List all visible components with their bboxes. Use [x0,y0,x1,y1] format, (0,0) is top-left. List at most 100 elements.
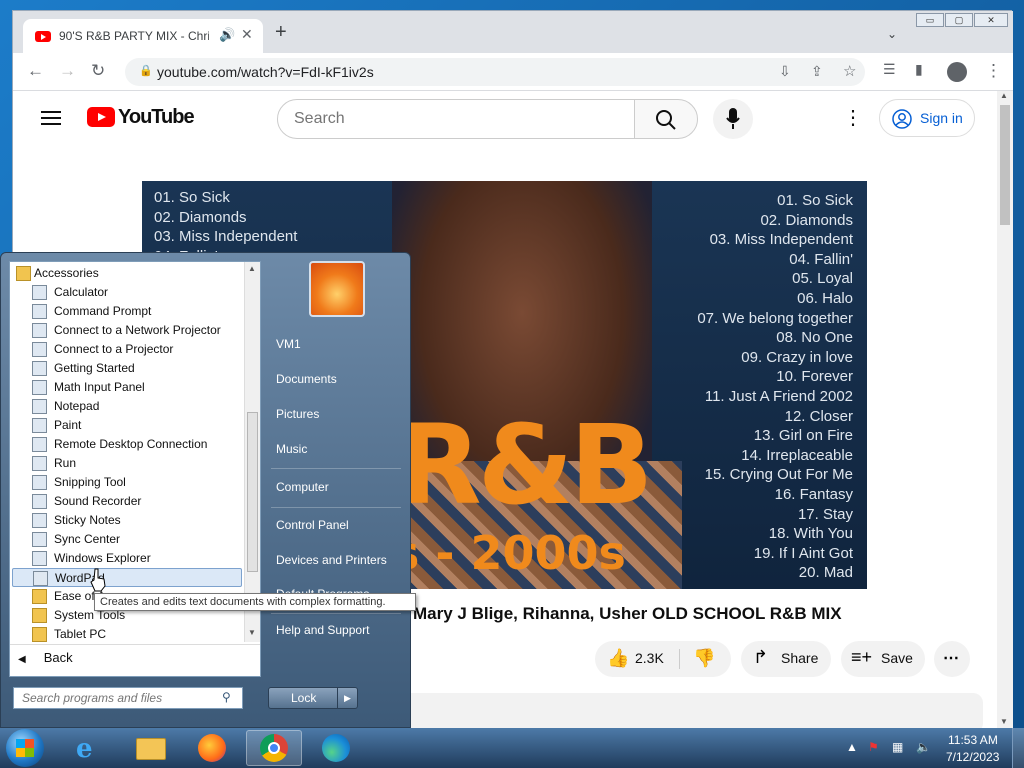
start-link[interactable]: Music [276,442,307,456]
chevron-down-icon[interactable]: ⌄ [887,27,897,41]
voice-search-button[interactable] [713,99,753,139]
search-box[interactable] [277,99,635,139]
youtube-logo-text[interactable]: YouTube [118,106,195,129]
more-actions-button[interactable]: ⋯ [934,641,970,677]
taskbar: e ▲ ⚑ ▦ 🔈 11:53 AM 7/12/2023 [0,728,1024,768]
program-icon [32,323,47,338]
chrome-menu-icon[interactable]: ⋮ [985,61,1002,81]
new-tab-button[interactable]: + [275,22,287,42]
program-label: Sticky Notes [54,513,121,527]
profile-avatar[interactable] [947,62,967,82]
user-picture[interactable] [309,261,365,317]
taskbar-internet-explorer[interactable]: e [62,730,118,766]
scroll-up-icon[interactable]: ▲ [248,264,256,273]
page-scrollbar[interactable]: ▲ ▼ [997,91,1013,729]
start-link[interactable]: Pictures [276,407,319,421]
address-bar[interactable]: 🔒 youtube.com/watch?v=FdI-kF1iv2s ⇩ ⇪ ☆ [125,58,865,86]
program-item[interactable]: Paint [12,416,242,435]
search-button[interactable] [634,99,698,139]
scroll-thumb[interactable] [247,412,258,572]
lock-icon[interactable]: 🔒 [139,64,153,77]
program-item[interactable]: Connect to a Projector [12,340,242,359]
show-hidden-icons[interactable]: ▲ [846,740,858,754]
program-item[interactable]: Notepad [12,397,242,416]
side-panel-icon[interactable]: ▮ [915,61,923,78]
scroll-up-icon[interactable]: ▲ [1000,91,1008,100]
action-center-icon[interactable]: ⚑ [868,740,879,754]
program-item[interactable]: Snipping Tool [12,473,242,492]
close-button[interactable]: ✕ [974,13,1008,27]
start-link[interactable]: Help and Support [276,623,369,637]
program-item[interactable]: Command Prompt [12,302,242,321]
search-input[interactable] [294,110,614,128]
browser-tab[interactable]: 90'S R&B PARTY MIX - Chris 🔊 ✕ [23,19,263,53]
more-options-icon[interactable]: ⋮ [843,105,863,130]
start-search-input[interactable] [22,691,212,705]
install-icon[interactable]: ⇩ [779,63,791,80]
program-item[interactable]: WordPad [12,568,242,587]
reload-icon[interactable]: ↻ [91,61,105,81]
power-options-arrow-icon[interactable]: ▶ [337,688,357,708]
program-item[interactable]: Tablet PC [12,625,242,644]
program-label: Notepad [54,399,100,413]
scroll-thumb[interactable] [1000,105,1010,225]
search-icon [656,110,676,130]
dislike-icon[interactable]: 👎 [693,648,715,669]
reading-list-icon[interactable]: ☰ [883,61,896,78]
program-item[interactable]: Connect to a Network Projector [12,321,242,340]
start-link[interactable]: Computer [276,480,329,494]
forward-arrow-icon[interactable]: → [59,61,76,81]
clock-time[interactable]: 11:53 AM [948,733,998,747]
taskbar-chrome[interactable] [246,730,302,766]
program-item[interactable]: Sync Center [12,530,242,549]
save-button[interactable]: ≡+ Save [841,641,925,677]
program-item[interactable]: Calculator [12,283,242,302]
share-button[interactable]: ↱ Share [741,641,831,677]
youtube-logo-icon[interactable] [87,107,115,127]
taskbar-firefox[interactable] [184,730,240,766]
start-link[interactable]: Documents [276,372,337,386]
thumbnail-rnb-text: R&B [397,401,653,529]
lock-button[interactable]: Lock ▶ [268,687,358,709]
program-icon [32,285,47,300]
share-icon[interactable]: ⇪ [811,63,823,80]
program-item[interactable]: Sound Recorder [12,492,242,511]
url-text[interactable]: youtube.com/watch?v=FdI-kF1iv2s [157,64,374,80]
like-icon[interactable]: 👍 [607,648,629,669]
scroll-down-icon[interactable]: ▼ [248,628,256,637]
taskbar-edge[interactable] [308,730,364,766]
start-button[interactable] [6,729,44,767]
scroll-down-icon[interactable]: ▼ [1000,717,1008,726]
network-icon[interactable]: ▦ [892,740,903,754]
start-link[interactable]: Control Panel [276,518,349,532]
taskbar-file-explorer[interactable] [122,730,178,766]
volume-icon[interactable]: 🔈 [916,740,931,754]
start-search-box[interactable]: ⚲ [13,687,243,709]
start-link[interactable]: VM1 [276,337,301,351]
bookmark-star-icon[interactable]: ☆ [843,62,856,80]
program-icon [32,532,47,547]
maximize-button[interactable]: ▢ [945,13,973,27]
program-item[interactable]: Getting Started [12,359,242,378]
description-box[interactable] [397,693,983,729]
show-desktop-button[interactable] [1012,728,1024,768]
program-item[interactable]: Run [12,454,242,473]
program-item[interactable]: Windows Explorer [12,549,242,568]
back-button[interactable]: ◀ Back [18,650,73,665]
start-link[interactable]: Devices and Printers [276,553,387,567]
back-arrow-icon[interactable]: ← [27,61,44,81]
program-item[interactable]: Math Input Panel [12,378,242,397]
sign-in-button[interactable]: Sign in [879,99,975,137]
tab-close-icon[interactable]: ✕ [241,26,253,43]
program-icon [32,437,47,452]
programs-scrollbar[interactable]: ▲ ▼ [244,262,260,642]
chrome-icon [260,734,288,762]
speaker-icon[interactable]: 🔊 [219,27,235,43]
program-item[interactable]: Sticky Notes [12,511,242,530]
clock-date[interactable]: 7/12/2023 [946,750,999,764]
like-count[interactable]: 2.3K [635,650,664,666]
program-item[interactable]: Accessories [12,264,242,283]
minimize-button[interactable]: ▭ [916,13,944,27]
program-item[interactable]: Remote Desktop Connection [12,435,242,454]
menu-icon[interactable] [41,111,61,125]
